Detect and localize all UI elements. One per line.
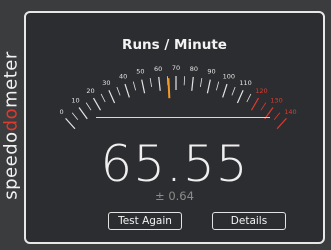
gauge-tick-label: 30 [102, 79, 110, 87]
gauge-tick-label: 110 [239, 79, 251, 87]
gauge-divider [96, 117, 270, 118]
gauge-tick [276, 117, 287, 130]
speedometer-panel: Runs / Minute 0 10 20 30 40 50 60 70 80 90 100 110 1… [24, 11, 325, 244]
gauge-needle [167, 78, 171, 99]
gauge-tick [100, 93, 106, 103]
gauge-tick-label: 40 [119, 72, 127, 80]
gauge-tick [206, 79, 211, 94]
gauge-tick [85, 102, 92, 111]
gauge-tick [191, 76, 194, 91]
brand-logo: speedodometer [0, 0, 22, 250]
gauge-tick [246, 93, 252, 103]
gauge-tick-label: 70 [172, 64, 180, 72]
gauge-tick [108, 90, 116, 104]
brand-accent: do [0, 107, 22, 131]
gauge-tick-label: 90 [207, 68, 215, 76]
gauge-tick [158, 76, 161, 91]
gauge-tick-label: 80 [190, 65, 198, 73]
gauge-tick [250, 97, 260, 111]
test-again-button[interactable]: Test Again [108, 212, 182, 230]
gauge-tick [65, 117, 76, 130]
gauge-tick [273, 112, 281, 121]
gauge-tick-label: 100 [223, 72, 235, 80]
gauge-tick [78, 107, 88, 120]
brand-wordmark: speedodometer [1, 51, 22, 199]
gauge-tick-label: 10 [71, 97, 79, 105]
gauge-tick-label: 50 [136, 68, 144, 76]
gauge-tick-label: 140 [284, 108, 296, 116]
gauge-tick-label: 0 [60, 108, 64, 116]
brand-prefix: speedo [0, 130, 22, 200]
gauge-tick [222, 83, 228, 98]
gauge-tick-label: 60 [154, 65, 162, 73]
gauge-tick [124, 83, 130, 98]
gauge-tick [141, 79, 146, 94]
gauge-tick [132, 81, 137, 91]
gauge-tick [116, 86, 121, 96]
result-value: 65.55 [100, 135, 249, 193]
result-error: ± 0.64 [155, 189, 194, 203]
gauge-tick [260, 102, 267, 111]
gauge-tick [92, 97, 102, 111]
brand-suffix: meter [0, 50, 22, 108]
gauge-tick [231, 86, 236, 96]
gauge-tick-label: 20 [86, 87, 94, 95]
gauge-tick [215, 81, 220, 91]
gauge-dial: 0 10 20 30 40 50 60 70 80 90 100 110 120130140 [60, 64, 297, 130]
gauge-tick [149, 77, 152, 87]
gauge-tick-label: 120 [255, 87, 267, 95]
gauge-tick-label: 130 [270, 97, 282, 105]
gauge-tick [236, 90, 244, 104]
details-button[interactable]: Details [212, 212, 286, 230]
gauge-tick [200, 77, 203, 87]
gauge-tick [71, 112, 79, 121]
